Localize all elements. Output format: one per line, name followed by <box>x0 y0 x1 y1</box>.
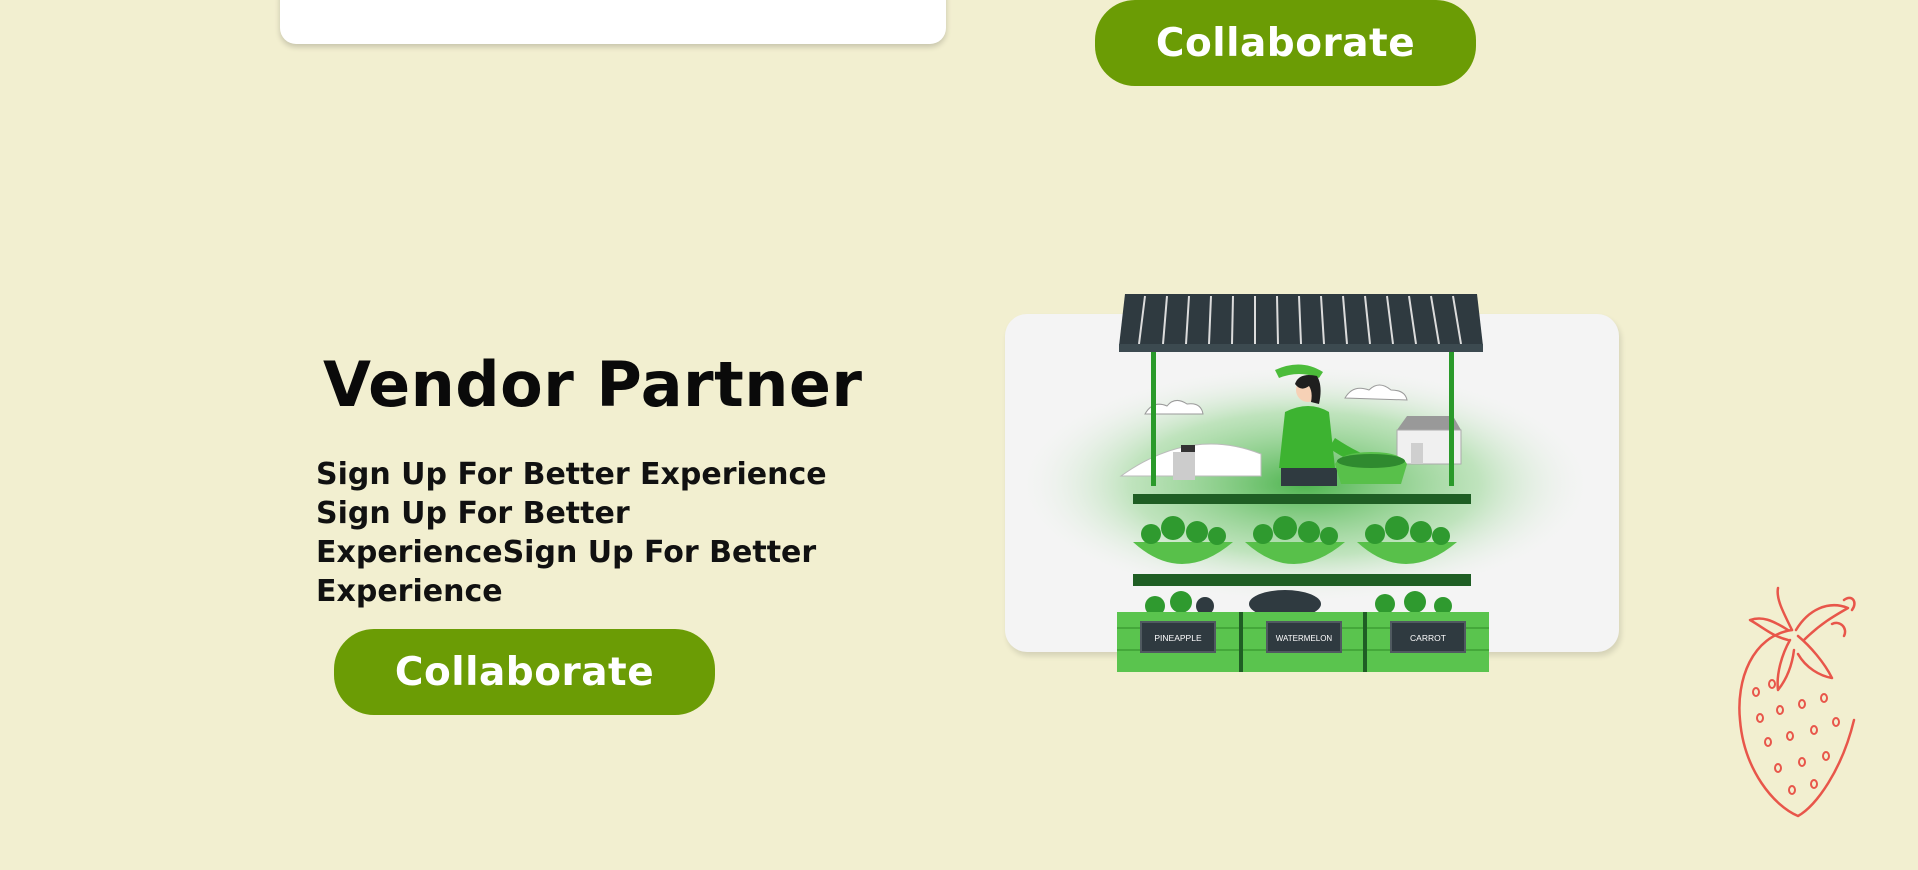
crate-label-pineapple: PINEAPPLE <box>1154 633 1202 643</box>
crate-label-watermelon: WATERMELON <box>1276 634 1333 643</box>
market-stall-illustration: PINEAPPLE WATERMELON CARROT <box>1015 294 1595 672</box>
vendor-description: Sign Up For Better Experience Sign Up Fo… <box>316 457 827 609</box>
page-title: Vendor Partner <box>323 348 863 421</box>
collaborate-button[interactable]: Collaborate <box>334 629 715 715</box>
crate-signs: PINEAPPLE WATERMELON CARROT <box>1140 621 1466 653</box>
strawberry-icon <box>1738 586 1856 818</box>
awning <box>1119 294 1483 352</box>
basket-on-counter <box>1335 452 1407 484</box>
crate-label-carrot: CARROT <box>1410 633 1446 643</box>
collaborate-button-top[interactable]: Collaborate <box>1095 0 1476 86</box>
top-card <box>280 0 946 44</box>
